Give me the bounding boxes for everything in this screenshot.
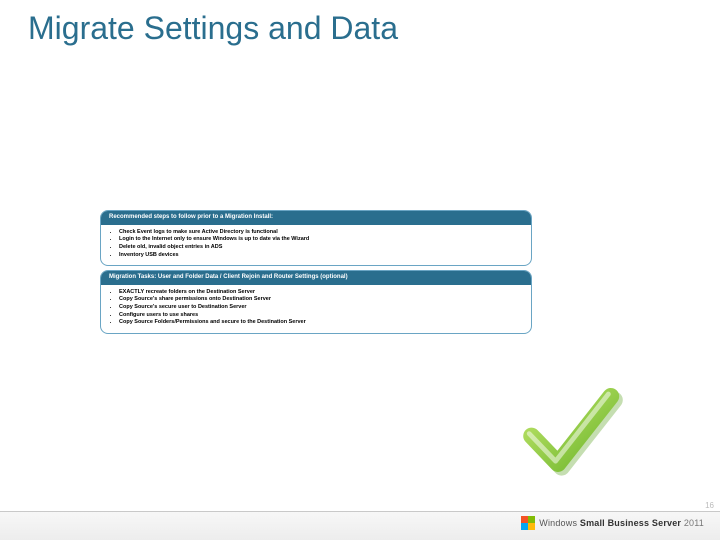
brand-text: Windows Small Business Server 2011 xyxy=(539,518,704,528)
card-header: Recommended steps to follow prior to a M… xyxy=(101,211,531,225)
card-header: Migration Tasks: User and Folder Data / … xyxy=(101,271,531,285)
card-prior-steps: Recommended steps to follow prior to a M… xyxy=(100,210,532,266)
list-item: EXACTLY recreate folders on the Destinat… xyxy=(119,289,523,297)
page-number: 16 xyxy=(705,501,714,510)
brand-windows: Windows xyxy=(539,518,577,528)
list-item: Configure users to use shares xyxy=(119,312,523,320)
list-item: Login to the Internet only to ensure Win… xyxy=(119,236,523,244)
brand-sbs: Small Business Server xyxy=(580,518,681,528)
card-body: Check Event logs to make sure Active Dir… xyxy=(101,225,531,266)
list-item: Check Event logs to make sure Active Dir… xyxy=(119,229,523,237)
card-migration-tasks: Migration Tasks: User and Folder Data / … xyxy=(100,270,532,334)
list-item: Copy Source's share permissions onto Des… xyxy=(119,296,523,304)
list-item: Copy Source's secure user to Destination… xyxy=(119,304,523,312)
page-title: Migrate Settings and Data xyxy=(28,10,398,47)
list-item: Copy Source Folders/Permissions and secu… xyxy=(119,319,523,327)
footer-bar: Windows Small Business Server 2011 xyxy=(0,511,720,540)
list-item: Inventory USB devices xyxy=(119,252,523,260)
checkmark-icon xyxy=(510,370,630,490)
windows-logo-icon xyxy=(521,516,535,530)
brand: Windows Small Business Server 2011 xyxy=(521,516,704,530)
card-body: EXACTLY recreate folders on the Destinat… xyxy=(101,285,531,333)
brand-year: 2011 xyxy=(684,518,704,528)
list-item: Delete old, invalid object entries in AD… xyxy=(119,244,523,252)
